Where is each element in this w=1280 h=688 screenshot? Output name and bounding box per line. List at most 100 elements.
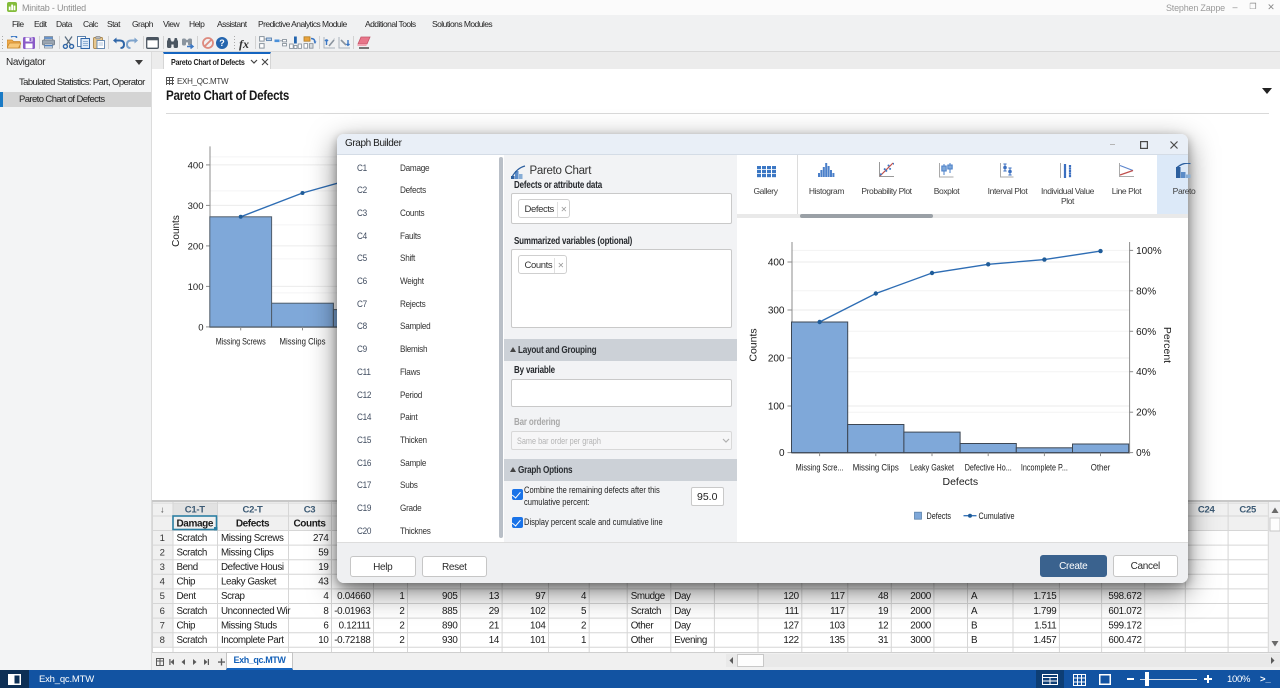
svg-text:Counts: Counts [748, 328, 760, 361]
svg-text:Unconnected Wir: Unconnected Wir [221, 606, 291, 617]
svg-text:274: 274 [313, 533, 329, 544]
svg-text:Incomplete P...: Incomplete P... [1021, 463, 1068, 474]
svg-text:Chip: Chip [177, 577, 197, 588]
svg-text:1: 1 [399, 591, 404, 602]
svg-text:Day: Day [674, 606, 691, 617]
svg-text:Incomplete Part: Incomplete Part [221, 635, 284, 646]
svg-text:Scratch: Scratch [177, 635, 207, 646]
svg-text:Bend: Bend [177, 562, 198, 573]
svg-text:Missing Scre...: Missing Scre... [796, 463, 844, 474]
svg-text:117: 117 [830, 591, 845, 602]
svg-text:905: 905 [442, 591, 458, 602]
svg-text:200: 200 [188, 241, 204, 252]
svg-text:B: B [971, 635, 978, 646]
svg-text:300: 300 [768, 306, 785, 317]
svg-text:40%: 40% [1136, 367, 1156, 378]
svg-text:1.457: 1.457 [1033, 635, 1056, 646]
svg-text:200: 200 [768, 354, 785, 365]
svg-text:601.072: 601.072 [1108, 606, 1141, 617]
svg-text:102: 102 [530, 606, 545, 617]
svg-text:5: 5 [160, 591, 165, 602]
svg-text:4: 4 [581, 591, 587, 602]
svg-text:135: 135 [829, 635, 845, 646]
svg-text:122: 122 [783, 635, 798, 646]
svg-text:2000: 2000 [910, 591, 931, 602]
svg-text:Defective Housi: Defective Housi [221, 562, 284, 573]
svg-text:120: 120 [783, 591, 799, 602]
svg-text:-0.01963: -0.01963 [334, 606, 371, 617]
svg-text:Missing Clips: Missing Clips [221, 547, 274, 558]
svg-text:13: 13 [489, 591, 500, 602]
svg-text:Missing Screws: Missing Screws [221, 533, 284, 544]
svg-text:111: 111 [785, 606, 799, 617]
svg-text:300: 300 [188, 201, 204, 212]
svg-text:↓: ↓ [160, 505, 165, 515]
svg-text:598.672: 598.672 [1108, 591, 1141, 602]
svg-text:B: B [971, 620, 978, 631]
svg-text:Counts: Counts [171, 215, 182, 247]
svg-text:599.172: 599.172 [1108, 620, 1141, 631]
svg-text:600.472: 600.472 [1108, 635, 1141, 646]
svg-text:Missing Screws: Missing Screws [216, 337, 266, 348]
svg-text:C25: C25 [1239, 505, 1257, 516]
svg-text:Scratch: Scratch [631, 606, 661, 617]
svg-text:Dent: Dent [177, 591, 197, 602]
svg-text:C3: C3 [304, 505, 316, 516]
svg-text:59: 59 [318, 547, 328, 558]
svg-text:100: 100 [768, 402, 785, 413]
svg-text:C24: C24 [1198, 505, 1216, 516]
svg-text:C2-T: C2-T [243, 505, 263, 516]
svg-text:890: 890 [442, 620, 458, 631]
svg-text:101: 101 [530, 635, 545, 646]
svg-text:2: 2 [160, 547, 165, 558]
svg-text:Defects: Defects [236, 518, 270, 529]
svg-text:Percent: Percent [1161, 327, 1173, 363]
svg-text:?: ? [219, 38, 225, 48]
svg-text:4: 4 [160, 577, 165, 588]
svg-text:Leaky Gasket: Leaky Gasket [910, 463, 954, 474]
svg-text:930: 930 [442, 635, 458, 646]
svg-text:1: 1 [160, 533, 165, 544]
svg-text:2: 2 [581, 620, 586, 631]
svg-text:19: 19 [878, 606, 888, 617]
svg-text:Scratch: Scratch [177, 533, 207, 544]
svg-text:2: 2 [399, 620, 404, 631]
svg-text:14: 14 [489, 635, 500, 646]
svg-text:19: 19 [318, 562, 328, 573]
svg-text:Other: Other [631, 635, 655, 646]
svg-text:3000: 3000 [910, 635, 931, 646]
svg-text:8: 8 [323, 606, 329, 617]
svg-text:43: 43 [318, 577, 329, 588]
svg-text:80%: 80% [1136, 286, 1156, 297]
svg-text:Scratch: Scratch [177, 547, 207, 558]
svg-text:10: 10 [318, 635, 329, 646]
svg-text:Evening: Evening [674, 635, 707, 646]
svg-text:2000: 2000 [910, 606, 931, 617]
svg-text:3: 3 [160, 562, 165, 573]
svg-text:20%: 20% [1136, 408, 1156, 419]
svg-text:4: 4 [323, 591, 329, 602]
svg-text:Other: Other [631, 620, 655, 631]
svg-text:117: 117 [830, 606, 845, 617]
svg-text:Damage: Damage [176, 518, 213, 529]
svg-text:2000: 2000 [910, 620, 931, 631]
svg-text:885: 885 [442, 606, 458, 617]
svg-text:1.715: 1.715 [1033, 591, 1057, 602]
svg-text:Defects: Defects [942, 476, 978, 488]
svg-text:-0.72188: -0.72188 [334, 635, 371, 646]
svg-text:100: 100 [188, 282, 204, 293]
svg-text:2: 2 [399, 635, 404, 646]
svg-text:5: 5 [581, 606, 587, 617]
svg-text:0%: 0% [1136, 448, 1151, 459]
svg-text:0: 0 [779, 448, 785, 459]
svg-text:97: 97 [535, 591, 545, 602]
svg-text:A: A [971, 591, 978, 602]
svg-text:Missing Studs: Missing Studs [221, 620, 277, 631]
svg-text:31: 31 [878, 635, 888, 646]
svg-text:21: 21 [489, 620, 499, 631]
svg-text:0.12111: 0.12111 [339, 620, 371, 631]
svg-text:104: 104 [530, 620, 546, 631]
svg-text:Counts: Counts [293, 518, 326, 529]
svg-text:400: 400 [188, 160, 204, 171]
svg-text:Missing Clips: Missing Clips [280, 337, 326, 348]
